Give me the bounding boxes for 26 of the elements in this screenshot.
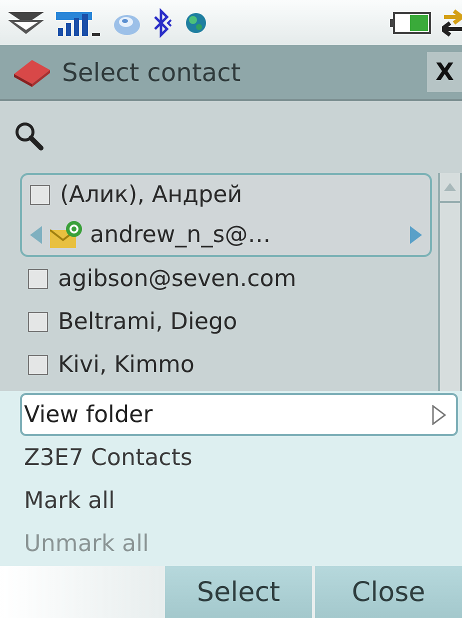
search-icon[interactable] <box>14 121 44 151</box>
softkey[interactable]: Select <box>165 566 312 618</box>
checkbox[interactable] <box>28 268 48 288</box>
contact-name: Kivi, Kimmo <box>58 352 194 378</box>
close-button[interactable]: X <box>427 52 462 92</box>
menu-item[interactable]: Z3E7 Contacts <box>20 436 458 479</box>
checkbox[interactable] <box>28 354 48 374</box>
window-title: Select contact <box>62 58 242 86</box>
contact-email: andrew_n_s@… <box>90 222 272 248</box>
scrollbar[interactable] <box>438 173 462 391</box>
chevron-icon <box>6 10 46 36</box>
transfer-icon <box>442 8 462 38</box>
email-icon <box>50 220 82 250</box>
right-arrow-icon[interactable] <box>410 226 422 244</box>
checkbox[interactable] <box>30 185 50 205</box>
softkey[interactable]: Close <box>315 566 462 618</box>
contact-name: (Алик), Андрей <box>60 182 242 208</box>
globe-icon <box>184 10 208 34</box>
menu-item[interactable]: View folder <box>20 393 458 436</box>
menu-item[interactable]: Mark all <box>20 479 458 522</box>
contact-name: agibson@seven.com <box>58 266 296 292</box>
checkbox[interactable] <box>28 312 48 332</box>
focused-contact[interactable]: (Алик), Андрей andrew_n_s@… <box>20 173 432 257</box>
bluetooth-icon <box>152 8 174 38</box>
battery-icon <box>390 10 432 34</box>
contact-name: Beltrami, Diego <box>58 308 238 334</box>
